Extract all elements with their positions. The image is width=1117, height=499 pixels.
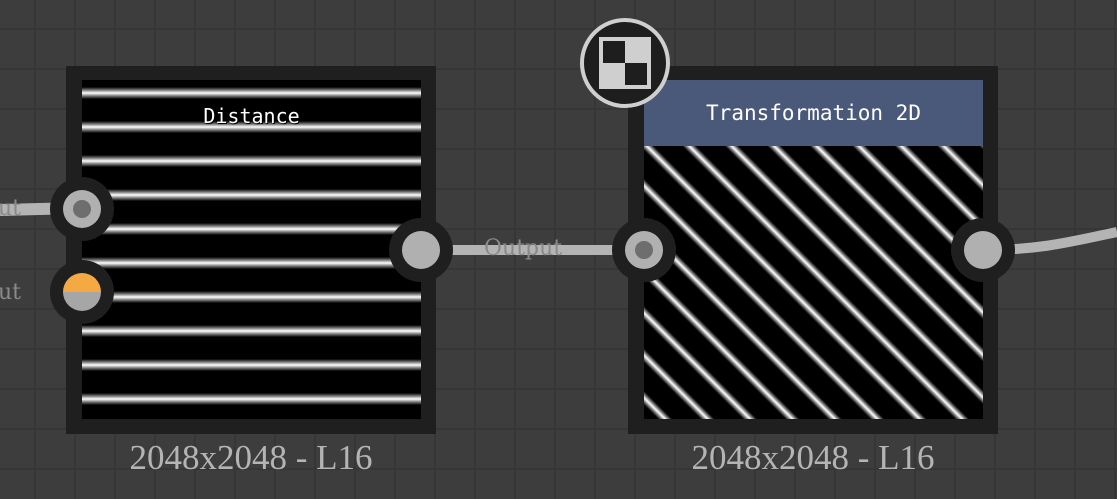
distance-resolution-label: 2048x2048 - L16 (129, 438, 373, 477)
transformation-2d-output-port-dot (964, 231, 1002, 269)
node-badge[interactable] (580, 18, 670, 108)
transformation-2d-input-port-dot (625, 231, 663, 269)
transformation-2d-thumbnail (644, 146, 983, 419)
distance-input-2-label: ut (0, 280, 22, 305)
distance-input-port-1-dot (63, 190, 101, 228)
transformation-2d-node-title: Transformation 2D (706, 101, 921, 125)
transformation-2d-input-port[interactable] (612, 218, 676, 282)
transformation-2d-resolution-label: 2048x2048 - L16 (691, 438, 935, 477)
distance-input-1-label: ut (0, 196, 22, 221)
checker-icon (599, 37, 651, 89)
transformation-2d-node[interactable]: Transformation 2D (628, 66, 998, 434)
distance-input-port-2-dot (63, 273, 101, 311)
distance-thumbnail: Distance (82, 80, 421, 419)
transformation-2d-output-port[interactable] (951, 218, 1015, 282)
distance-output-port-dot (402, 231, 440, 269)
connection-output-label: Output (484, 236, 563, 261)
distance-node-title: Distance (203, 104, 300, 128)
transformation-2d-title-bar: Transformation 2D (644, 80, 983, 146)
distance-input-port-2[interactable] (50, 260, 114, 324)
distance-output-port[interactable] (389, 218, 453, 282)
distance-node[interactable]: Distance (66, 66, 436, 434)
distance-input-port-1[interactable] (50, 177, 114, 241)
